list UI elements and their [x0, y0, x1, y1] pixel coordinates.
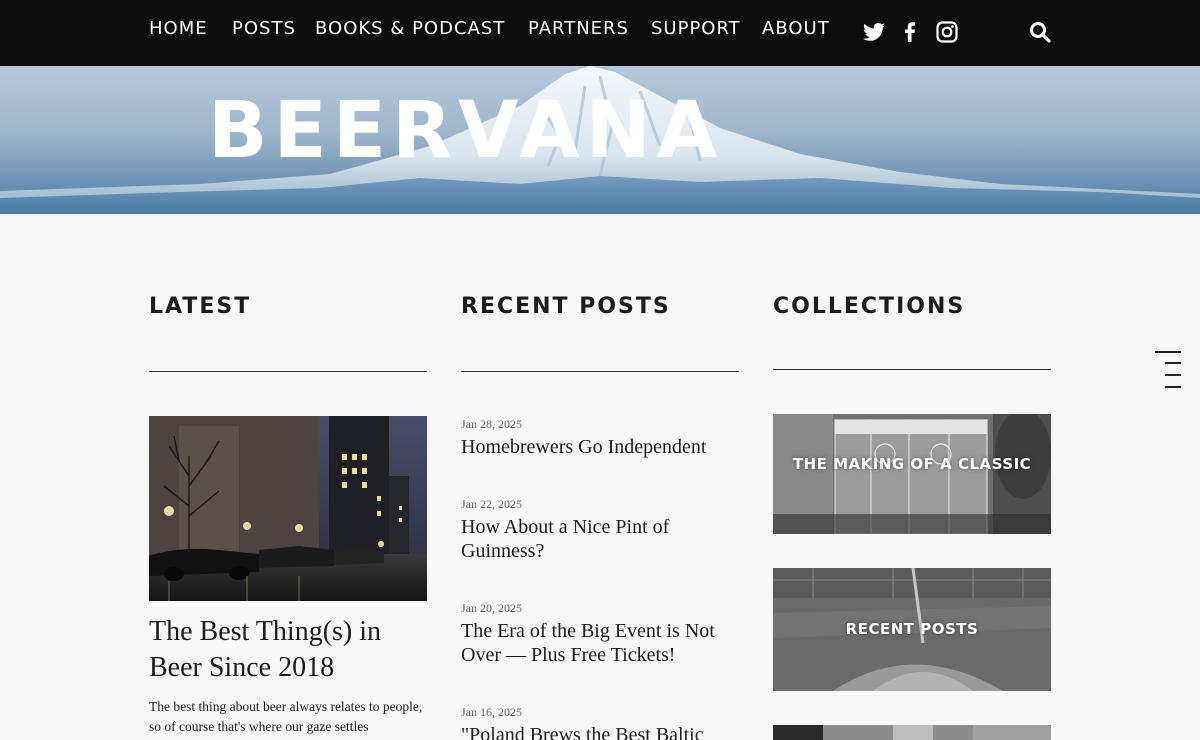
recent-post-item: Jan 22, 2025 How About a Nice Pint of Gu…	[461, 497, 721, 563]
collection-label: RECENT POSTS	[845, 620, 979, 638]
instagram-icon[interactable]	[935, 20, 959, 44]
menu-line-icon	[1155, 351, 1181, 353]
menu-line-icon	[1165, 386, 1181, 388]
top-nav: HOME POSTS BOOKS & PODCAST PARTNERS SUPP…	[0, 0, 1200, 66]
post-title[interactable]: How About a Nice Pint of Guinness?	[461, 515, 721, 563]
post-title[interactable]: Homebrewers Go Independent	[461, 435, 751, 459]
nav-posts[interactable]: POSTS	[232, 18, 296, 39]
post-date: Jan 28, 2025	[461, 417, 522, 431]
post-title[interactable]: The Era of the Big Event is Not Over — P…	[461, 619, 736, 667]
nav-partners[interactable]: PARTNERS	[528, 18, 629, 39]
nav-books-podcast[interactable]: BOOKS & PODCAST	[315, 18, 505, 39]
recent-post-item: Jan 16, 2025 "Poland Brews the Best Balt…	[461, 705, 751, 740]
collections-heading: COLLECTIONS	[773, 294, 966, 319]
collection-item[interactable]	[773, 725, 1051, 740]
nav-support[interactable]: SUPPORT	[651, 18, 741, 39]
recent-posts-heading: RECENT POSTS	[461, 294, 671, 319]
site-title[interactable]: BEERVANA	[208, 92, 723, 170]
post-title[interactable]: "Poland Brews the Best Baltic	[461, 723, 751, 740]
recent-post-item: Jan 28, 2025 Homebrewers Go Independent	[461, 417, 751, 459]
hero-banner: BEERVANA	[0, 66, 1200, 214]
collection-image	[773, 725, 1051, 740]
collection-image	[773, 414, 1051, 534]
menu-line-icon	[1165, 374, 1181, 376]
search-icon[interactable]	[1028, 20, 1052, 44]
menu-line-icon	[1165, 362, 1181, 364]
collection-label: THE MAKING OF A CLASSIC	[792, 455, 1032, 473]
twitter-icon[interactable]	[862, 20, 886, 44]
post-date: Jan 22, 2025	[461, 497, 522, 511]
recent-posts-divider	[461, 371, 739, 372]
post-date: Jan 16, 2025	[461, 705, 522, 719]
latest-post-image[interactable]	[149, 416, 427, 601]
nav-home[interactable]: HOME	[149, 18, 208, 39]
latest-post-title[interactable]: The Best Thing(s) in Beer Since 2018	[149, 614, 427, 686]
facebook-icon[interactable]	[898, 20, 922, 44]
nav-about[interactable]: ABOUT	[762, 18, 830, 39]
latest-divider	[149, 371, 427, 372]
collections-divider	[773, 369, 1051, 370]
collection-recent-posts[interactable]: RECENT POSTS	[773, 568, 1051, 691]
post-date: Jan 20, 2025	[461, 601, 522, 615]
side-menu-toggle[interactable]	[1155, 350, 1181, 390]
latest-post-excerpt: The best thing about beer always relates…	[149, 699, 423, 734]
latest-heading: LATEST	[149, 294, 252, 319]
collection-making-of-a-classic[interactable]: THE MAKING OF A CLASSIC	[773, 414, 1051, 534]
recent-post-item: Jan 20, 2025 The Era of the Big Event is…	[461, 601, 736, 667]
